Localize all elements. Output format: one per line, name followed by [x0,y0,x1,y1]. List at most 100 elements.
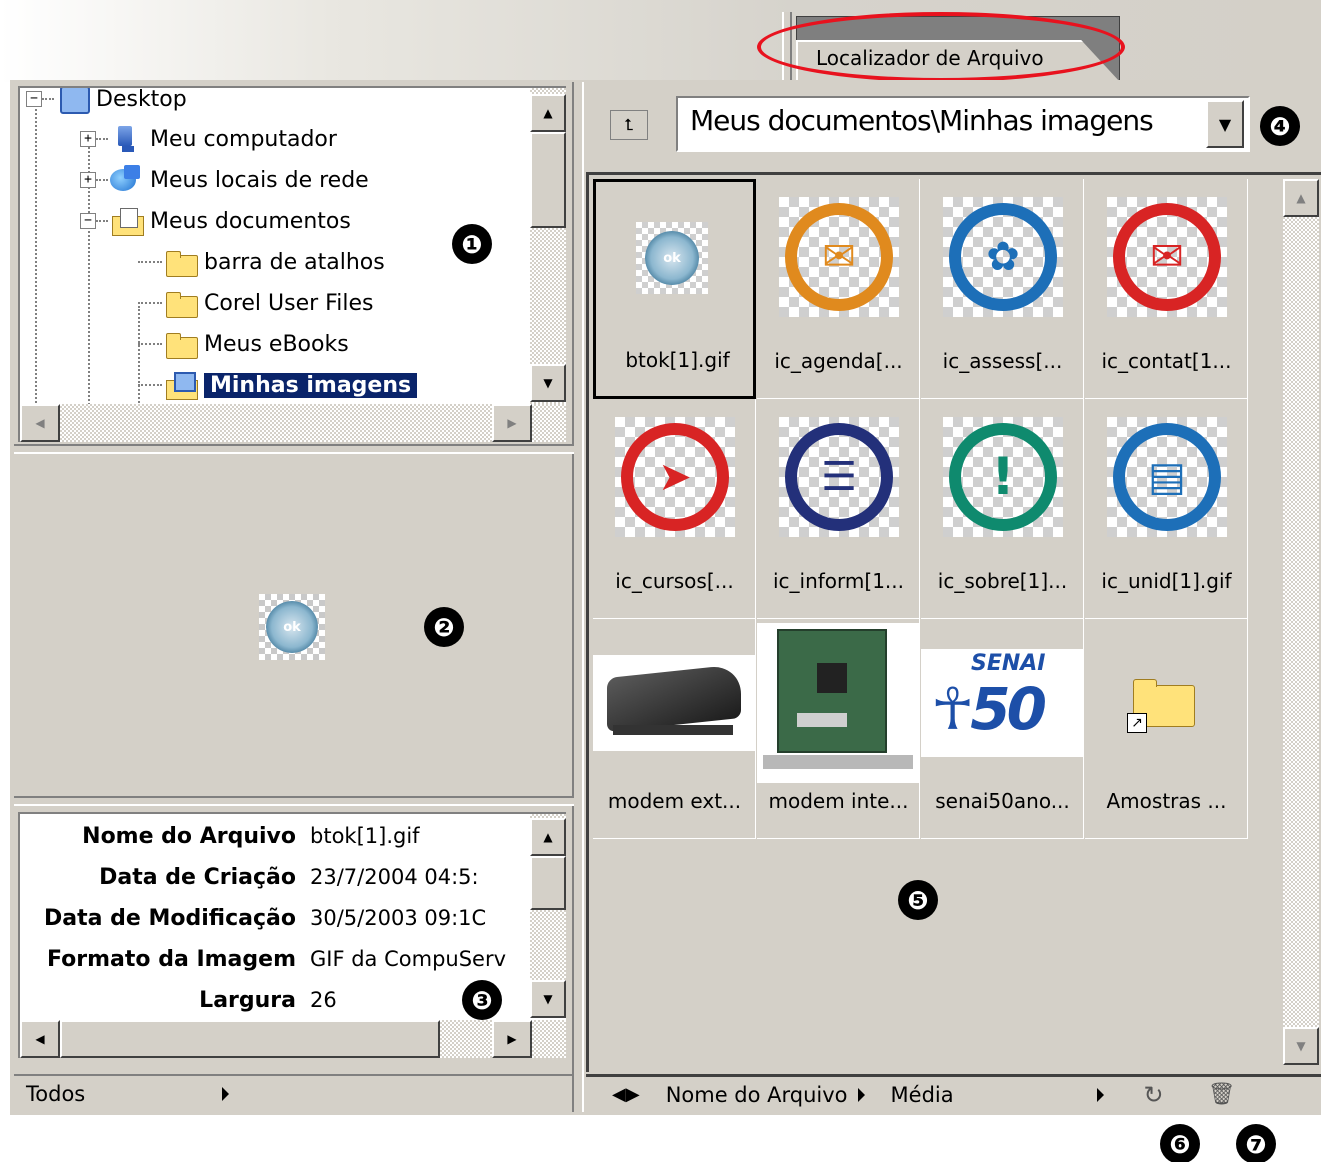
folder-shortcut-icon: ↗ [1127,677,1197,733]
folder-up-icon: ⮤ [624,115,634,134]
pane-splitter[interactable] [572,82,584,1112]
sort-by-label[interactable]: Nome do Arquivo [666,1083,848,1107]
collapse-icon[interactable]: − [26,91,42,107]
thumbnail-item[interactable]: ↗ Amostras ... [1085,619,1248,839]
thumbnail-item[interactable]: ✉ ic_agenda[... [757,179,920,399]
size-menu-arrow-icon[interactable] [1096,1087,1104,1102]
info-vscroll-thumb[interactable] [530,856,566,910]
callout-3: ❸ [462,980,502,1020]
pane-splitter-horizontal[interactable] [14,796,574,806]
scroll-up-button[interactable]: ▲ [530,94,566,132]
thumbnail-label: ic_sobre[1]... [937,569,1068,593]
scroll-down-button[interactable]: ▼ [530,364,566,402]
thumbnail-item[interactable]: modem inte... [757,619,920,839]
chevron-down-icon: ▼ [1218,114,1232,134]
tree-item-my-computer[interactable]: + Meu computador [80,120,337,158]
desktop-icon [56,88,90,114]
path-dropdown-button[interactable]: ▼ [1206,100,1244,148]
thumbnail-size-label[interactable]: Média [891,1083,1097,1107]
thumbnail-item[interactable]: ok btok[1].gif [593,179,756,399]
info-row-created: Data de Criação 23/7/2004 04:5: [20,857,478,897]
ok-icon: ok [645,231,699,285]
file-info-panel: Nome do Arquivo btok[1].gif Data de Cria… [18,812,566,1058]
agenda-icon: ✉ [785,203,893,311]
grid-vscroll-track[interactable] [1283,179,1319,1059]
right-status-bar: ◀▶ Nome do Arquivo Média ↻ 🗑 [586,1074,1321,1112]
senai-logo-text: SENAI [971,651,1046,676]
thumbnail-item[interactable]: ✿ ic_assess[... [921,179,1084,399]
collapse-icon[interactable]: − [80,213,96,229]
tree-item-label: barra de atalhos [204,249,385,275]
tree-item-network-places[interactable]: + Meus locais de rede [80,161,369,199]
thumbnail-item[interactable]: ☰ ic_inform[1... [757,399,920,619]
expand-icon[interactable]: + [80,172,96,188]
folder-icon [164,329,198,359]
tree-item-my-images[interactable]: Minhas imagens [138,366,418,404]
info-row-format: Formato da Imagem GIF da CompuServ [20,939,506,979]
filter-menu-arrow-icon[interactable] [222,1087,229,1101]
thumbnail-label: Amostras ... [1106,789,1227,813]
assess-icon: ✿ [949,203,1057,311]
expand-icon[interactable]: + [80,131,96,147]
thumbnail-label: ic_cursos[... [615,569,734,593]
scroll-left-button[interactable]: ◀ [20,1020,60,1058]
scroll-up-button[interactable]: ▲ [1283,179,1319,217]
callout-1: ❶ [452,224,492,264]
resize-columns-icon[interactable]: ◀▶ [612,1084,640,1105]
trash-icon[interactable]: 🗑 [1208,1082,1236,1107]
modem-external-photo [593,655,755,751]
thumbnail-item[interactable]: ➤ ic_cursos[... [593,399,756,619]
thumbnail-item[interactable]: SENAI ☥50 senai50ano... [921,619,1084,839]
tree-item-my-documents[interactable]: − Meus documentos [80,202,351,240]
scroll-right-button[interactable]: ▶ [492,1020,532,1058]
scroll-up-button[interactable]: ▲ [530,818,566,856]
thumbnail-item[interactable]: ! ic_sobre[1]... [921,399,1084,619]
thumbnail-label: btok[1].gif [625,348,730,372]
info-row-file-name: Nome do Arquivo btok[1].gif [20,816,420,856]
callout-2: ❷ [424,607,464,647]
thumbnail-label: ic_inform[1... [772,569,904,593]
thumbnail-item[interactable]: modem ext... [593,619,756,839]
thumbnail-item[interactable]: ✉ ic_contat[1... [1085,179,1248,399]
scroll-down-button[interactable]: ▼ [530,980,566,1018]
thumbnail-label: senai50ano... [935,789,1070,813]
tree-item-shortcuts-bar[interactable]: barra de atalhos [138,243,385,281]
thumbnail-item[interactable]: ▤ ic_unid[1].gif [1085,399,1248,619]
info-key: Nome do Arquivo [82,823,296,849]
info-hscroll-thumb[interactable] [60,1020,440,1058]
folder-tree: − Desktop + Meu computador + Meus locais… [18,86,566,442]
info-value: 26 [310,988,337,1012]
tree-hscroll-track[interactable] [20,404,566,442]
highlight-ellipse [757,12,1125,82]
cursos-icon: ➤ [621,423,729,531]
documents-folder-icon [110,206,144,236]
scroll-left-button[interactable]: ◀ [20,404,60,442]
tree-item-label: Desktop [96,86,187,112]
tree-item-desktop[interactable]: − Desktop [26,86,187,118]
folder-icon [164,288,198,318]
pane-splitter-horizontal[interactable] [14,444,574,454]
callout-4: ❹ [1260,106,1300,146]
scroll-right-button[interactable]: ▶ [492,404,532,442]
scroll-down-button[interactable]: ▼ [1283,1027,1319,1065]
ok-icon-text: ok [283,619,301,635]
tree-item-label: Meus documentos [150,208,351,234]
modem-internal-photo [757,623,919,783]
tree-item-my-ebooks[interactable]: Meus eBooks [138,325,349,363]
sort-menu-arrow-icon[interactable] [857,1087,865,1102]
tree-item-corel-files[interactable]: Corel User Files [138,284,373,322]
tree-guide-line [35,102,37,442]
tree-vscroll-thumb[interactable] [530,132,566,228]
contact-icon: ✉ [1113,203,1221,311]
tree-item-label: Corel User Files [204,290,374,316]
info-value: btok[1].gif [310,824,420,848]
info-key: Largura [199,987,296,1013]
ok-icon: ok [266,601,318,653]
tree-item-label: Meu computador [150,126,337,152]
thumbnail-label: modem inte... [768,789,909,813]
rotate-icon[interactable]: ↻ [1144,1081,1164,1109]
thumbnail-label: ic_unid[1].gif [1101,569,1232,593]
network-icon [110,165,144,195]
senai-logo: SENAI ☥50 [921,649,1083,757]
folder-up-button[interactable]: ⮤ [610,110,648,140]
